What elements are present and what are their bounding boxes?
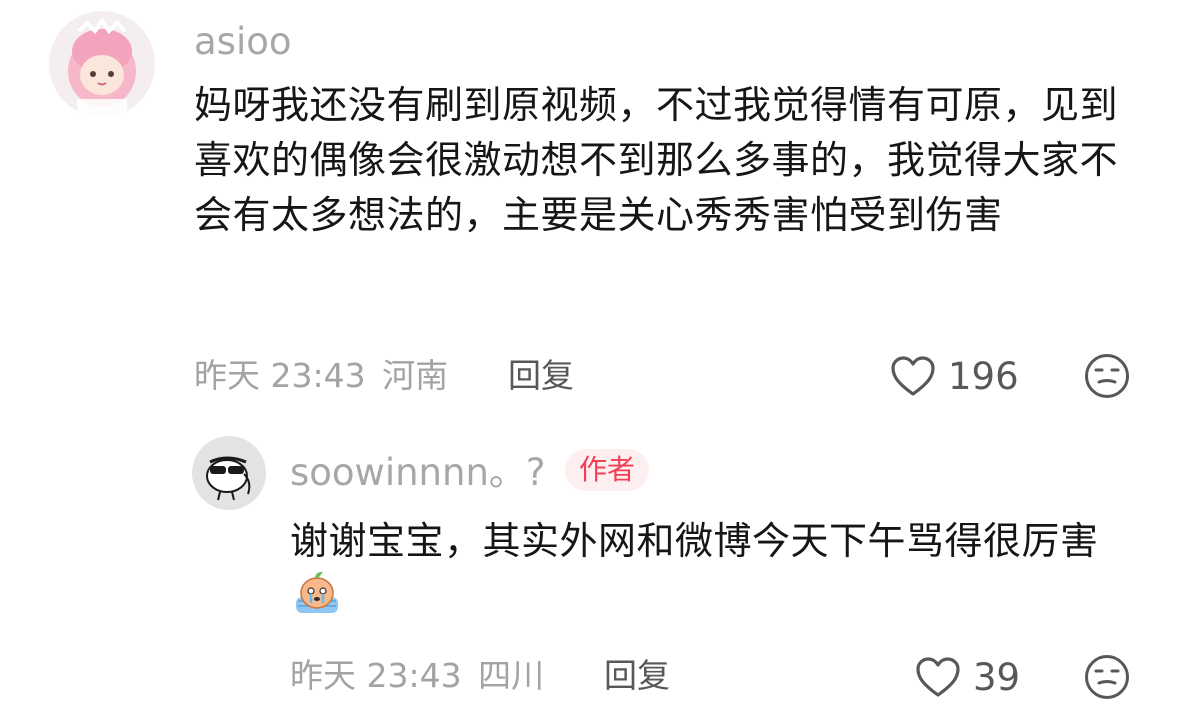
- heart-outline-icon: [891, 356, 935, 396]
- comment-meta: 昨天 23:43 河南: [194, 359, 448, 392]
- heart-outline-icon: [916, 657, 960, 697]
- author-badge: 作者: [565, 449, 650, 491]
- reply-meta: 昨天 23:43 四川: [290, 659, 544, 692]
- reply-avatar[interactable]: [192, 436, 266, 510]
- comment-text: 妈呀我还没有刷到原视频，不过我觉得情有可原，见到喜欢的偶像会很激动想不到那么多事…: [194, 83, 1119, 237]
- reply-location: 四川: [478, 656, 545, 695]
- reply-time: 昨天 23:43: [290, 656, 462, 695]
- avatar[interactable]: [49, 11, 155, 117]
- comment-like-button[interactable]: 196: [890, 355, 1019, 397]
- reply-text-content: 谢谢宝宝，其实外网和微博今天下午骂得很厉害: [290, 519, 1099, 563]
- meh-face-icon[interactable]: [1084, 353, 1130, 399]
- reply-username[interactable]: soowinnnn。?: [290, 454, 546, 491]
- crying-cartoon-emoji: [296, 571, 338, 613]
- comment-like-count: 196: [948, 354, 1019, 398]
- meh-face-icon[interactable]: [1084, 654, 1130, 700]
- reply-like-button[interactable]: 39: [915, 656, 1020, 698]
- comment-time: 昨天 23:43: [194, 356, 366, 395]
- comment-reply-button[interactable]: 回复: [508, 359, 574, 392]
- reply-text: 谢谢宝宝，其实外网和微博今天下午骂得很厉害: [290, 514, 1135, 624]
- reply-like-count: 39: [973, 655, 1021, 699]
- comment-location: 河南: [382, 356, 449, 395]
- comment-username[interactable]: asioo: [194, 23, 292, 60]
- reply-reply-button[interactable]: 回复: [604, 659, 670, 692]
